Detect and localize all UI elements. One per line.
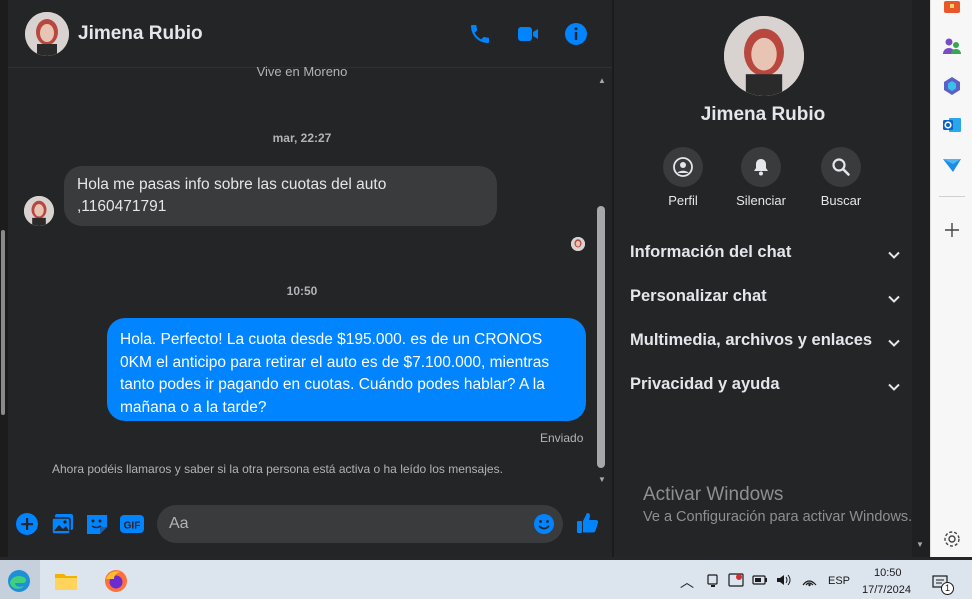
chat-panel: Jimena Rubio Vive en Moreno mar, 22:27 H… xyxy=(0,0,612,557)
video-call-icon[interactable] xyxy=(516,22,540,46)
settings-gear-icon[interactable] xyxy=(942,529,962,549)
sidebar-divider xyxy=(939,196,965,197)
clock-time[interactable]: 10:50 xyxy=(874,567,902,579)
edge-browser-icon[interactable] xyxy=(6,568,32,594)
scroll-down-arrow[interactable]: ▼ xyxy=(916,540,924,549)
contact-name[interactable]: Jimena Rubio xyxy=(78,23,203,45)
like-icon[interactable] xyxy=(576,511,600,535)
plus-icon[interactable] xyxy=(14,511,40,537)
profile-button[interactable]: Perfil xyxy=(648,147,718,208)
antivirus-icon[interactable] xyxy=(728,572,744,588)
message-input-container xyxy=(157,505,563,543)
section-customize-chat[interactable]: Personalizar chat xyxy=(630,287,900,311)
send-icon[interactable] xyxy=(942,155,962,175)
privacy-notice: Ahora podéis llamaros y saber si la otra… xyxy=(52,462,503,476)
action-label: Buscar xyxy=(820,193,862,208)
seen-indicator-avatar xyxy=(571,237,585,251)
shopping-bag-icon[interactable] xyxy=(942,0,962,16)
left-edge xyxy=(0,0,8,557)
message-line: 0KM el anticipo para retirar el auto es … xyxy=(120,353,550,371)
section-label: Privacidad y ayuda xyxy=(630,375,780,393)
message-input[interactable] xyxy=(169,505,529,543)
message-line: Hola. Perfecto! La cuota desde $195.000.… xyxy=(120,331,543,348)
message-line: Hola me pasas info sobre las cuotas del … xyxy=(77,176,387,193)
action-label: Silenciar xyxy=(736,193,786,208)
chevron-down-icon xyxy=(888,339,900,347)
avatar[interactable] xyxy=(25,12,69,56)
activation-watermark-subtitle: Ve a Configuración para activar Windows. xyxy=(643,509,913,525)
outlook-icon[interactable] xyxy=(942,115,962,135)
chevron-down-icon xyxy=(888,295,900,303)
file-explorer-icon[interactable] xyxy=(53,568,79,594)
left-scrollbar[interactable] xyxy=(1,230,5,415)
timestamp: mar, 22:27 xyxy=(272,131,332,145)
scroll-down-arrow[interactable]: ▼ xyxy=(598,476,606,484)
chat-header: Jimena Rubio xyxy=(8,0,612,68)
windows-taskbar: ︿ ESP 10:50 17/7/2024 1 xyxy=(0,557,972,599)
message-line: tanto podes ir pagando en cuotas. Cuándo… xyxy=(120,376,545,393)
section-media-files[interactable]: Multimedia, archivos y enlaces xyxy=(630,331,900,355)
section-label: Personalizar chat xyxy=(630,287,767,305)
volume-icon[interactable] xyxy=(775,572,791,588)
meet-now-icon[interactable] xyxy=(705,572,721,588)
chevron-down-icon xyxy=(888,251,900,259)
profile-icon xyxy=(673,157,693,177)
contact-name: Jimena Rubio xyxy=(700,104,826,125)
battery-icon[interactable] xyxy=(752,572,768,588)
language-indicator[interactable]: ESP xyxy=(828,575,850,587)
firefox-icon[interactable] xyxy=(103,568,129,594)
games-icon[interactable] xyxy=(942,36,962,56)
gif-icon[interactable]: GIF xyxy=(119,511,145,537)
chevron-down-icon xyxy=(888,383,900,391)
search-icon xyxy=(832,158,850,176)
clock-date[interactable]: 17/7/2024 xyxy=(862,584,911,596)
avatar[interactable] xyxy=(724,16,804,96)
sticker-icon[interactable] xyxy=(84,511,110,537)
scroll-up-arrow[interactable]: ▲ xyxy=(598,77,606,85)
section-chat-info[interactable]: Información del chat xyxy=(630,243,900,267)
bell-icon xyxy=(754,159,768,176)
outgoing-message[interactable]: Hola. Perfecto! La cuota desde $195.000.… xyxy=(107,318,586,421)
timestamp: 10:50 xyxy=(286,284,318,298)
wifi-icon[interactable] xyxy=(801,572,817,588)
svg-text:GIF: GIF xyxy=(124,521,141,532)
notification-count-badge: 1 xyxy=(941,582,954,595)
mute-button[interactable]: Silenciar xyxy=(726,147,796,208)
chat-scrollbar-thumb[interactable] xyxy=(597,206,605,468)
phone-icon[interactable] xyxy=(468,22,492,46)
sent-status: Enviado xyxy=(540,431,584,445)
activation-watermark-title: Activar Windows xyxy=(643,484,784,505)
conversation-info-panel: Jimena Rubio Perfil Silenciar Buscar Inf… xyxy=(614,0,930,557)
section-label: Multimedia, archivos y enlaces xyxy=(630,331,873,349)
add-icon[interactable] xyxy=(942,220,962,240)
copilot-icon[interactable] xyxy=(942,76,962,96)
section-privacy-help[interactable]: Privacidad y ayuda xyxy=(630,375,900,399)
sender-avatar[interactable] xyxy=(24,196,54,226)
message-line: mañana o a la tarde? xyxy=(120,398,267,416)
message-line: ,1160471791 xyxy=(77,198,167,215)
emoji-icon[interactable] xyxy=(533,513,555,535)
photo-icon[interactable] xyxy=(50,511,76,537)
show-hidden-icons-chevron-icon[interactable]: ︿ xyxy=(680,572,696,590)
info-scrollbar-track xyxy=(912,0,930,557)
action-label: Perfil xyxy=(668,193,698,208)
section-label: Información del chat xyxy=(630,243,792,261)
incoming-message[interactable]: Hola me pasas info sobre las cuotas del … xyxy=(64,166,497,226)
browser-sidebar xyxy=(930,0,972,557)
contact-location: Vive en Moreno xyxy=(256,64,348,79)
info-icon[interactable] xyxy=(564,22,588,46)
search-button[interactable]: Buscar xyxy=(806,147,876,208)
